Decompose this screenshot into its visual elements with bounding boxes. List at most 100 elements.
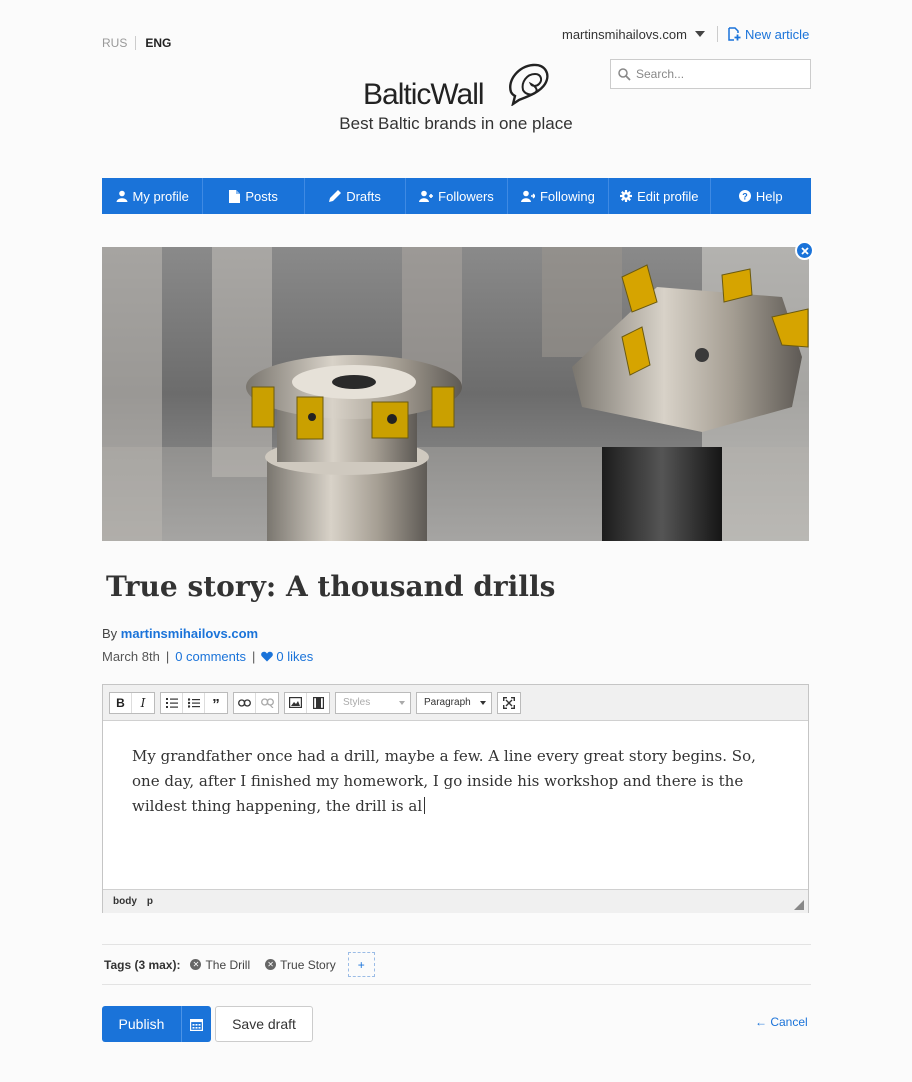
fullscreen-group bbox=[497, 691, 521, 714]
search-placeholder: Search... bbox=[636, 67, 685, 81]
site-tagline: Best Baltic brands in one place bbox=[339, 114, 573, 133]
remove-tag-icon[interactable]: ✕ bbox=[265, 959, 277, 970]
pencil-icon bbox=[329, 190, 342, 202]
comments-link[interactable]: 0 comments bbox=[175, 649, 246, 664]
nav-my-profile[interactable]: My profile bbox=[102, 178, 204, 214]
nav-posts[interactable]: Posts bbox=[203, 178, 305, 214]
film-icon bbox=[312, 696, 324, 709]
link-icon bbox=[238, 698, 251, 707]
meta-divider: | bbox=[165, 649, 170, 664]
likes-link[interactable]: 0 likes bbox=[276, 649, 313, 664]
bullet-list-icon bbox=[187, 697, 200, 708]
format-group: B I bbox=[109, 691, 155, 714]
nav-help[interactable]: ? Help bbox=[711, 178, 811, 214]
user-icon bbox=[116, 190, 128, 202]
styles-dropdown[interactable]: Styles bbox=[335, 691, 411, 714]
fullscreen-icon bbox=[503, 696, 515, 709]
svg-text:?: ? bbox=[742, 192, 748, 202]
nav-edit-profile-label: Edit profile bbox=[637, 188, 699, 204]
tags-row: Tags (3 max): ✕ The Drill ✕ True Story + bbox=[102, 944, 811, 985]
heart-icon bbox=[261, 651, 274, 662]
add-tag-button[interactable]: + bbox=[347, 952, 375, 977]
nav-edit-profile[interactable]: Edit profile bbox=[609, 178, 711, 214]
profile-nav: My profile Posts Drafts Followers Follow… bbox=[102, 178, 811, 214]
blockquote-button[interactable]: ” bbox=[205, 693, 227, 713]
block-format-label: Paragraph bbox=[424, 697, 471, 708]
save-draft-button[interactable]: Save draft bbox=[215, 1006, 313, 1042]
account-name: martinsmihailovs.com bbox=[562, 26, 687, 42]
text-cursor bbox=[424, 797, 426, 814]
block-format-dropdown[interactable]: Paragraph bbox=[416, 691, 492, 714]
media-group bbox=[284, 691, 330, 714]
link-group bbox=[233, 691, 279, 714]
language-switcher: RUS ENG bbox=[102, 36, 171, 50]
insert-link-button[interactable] bbox=[234, 692, 256, 713]
search-box[interactable]: Search... bbox=[610, 59, 811, 89]
bullet-list-button[interactable] bbox=[183, 692, 205, 713]
divider bbox=[716, 26, 718, 42]
nav-posts-label: Posts bbox=[245, 188, 278, 204]
unlink-icon bbox=[260, 697, 274, 708]
tag-item: ✕ The Drill bbox=[190, 958, 250, 972]
new-document-icon bbox=[728, 27, 741, 41]
caret-down-icon bbox=[399, 700, 405, 705]
resize-handle-icon[interactable] bbox=[794, 900, 804, 910]
cover-image bbox=[102, 247, 809, 541]
numbered-list-button[interactable] bbox=[161, 692, 183, 713]
bold-button[interactable]: B bbox=[110, 692, 132, 713]
styles-dropdown-label: Styles bbox=[343, 697, 371, 708]
byline-prefix: By bbox=[102, 626, 118, 641]
tag-item: ✕ True Story bbox=[265, 958, 336, 972]
account-menu[interactable]: martinsmihailovs.com bbox=[562, 25, 718, 43]
close-icon bbox=[800, 246, 809, 255]
author-link[interactable]: martinsmihailovs.com bbox=[121, 626, 258, 641]
rich-text-editor: B I ” Styles Paragraph My grandfather on… bbox=[102, 684, 809, 913]
help-icon: ? bbox=[738, 190, 751, 202]
followers-icon bbox=[419, 190, 434, 202]
article-title[interactable]: True story: A thousand drills bbox=[106, 570, 555, 603]
nav-followers[interactable]: Followers bbox=[406, 178, 508, 214]
language-eng-link[interactable]: ENG bbox=[136, 36, 171, 50]
caret-down-icon bbox=[480, 700, 486, 705]
language-rus-link[interactable]: RUS bbox=[102, 36, 137, 50]
unlink-button[interactable] bbox=[256, 693, 278, 713]
nav-following[interactable]: Following bbox=[508, 178, 610, 214]
cover-image-graphic bbox=[102, 247, 809, 541]
following-icon bbox=[520, 190, 535, 202]
new-article-link[interactable]: New article bbox=[727, 25, 809, 43]
site-logo[interactable]: BalticWall bbox=[362, 62, 562, 112]
editor-content[interactable]: My grandfather once had a drill, maybe a… bbox=[103, 721, 808, 889]
article-byline: By martinsmihailovs.com bbox=[102, 626, 258, 641]
cancel-link[interactable]: ← Cancel bbox=[755, 1015, 808, 1029]
tag-label: The Drill bbox=[205, 957, 251, 972]
italic-button[interactable]: I bbox=[132, 693, 154, 713]
new-article-label: New article bbox=[745, 26, 810, 42]
logo-wordmark: BalticWall bbox=[363, 78, 485, 111]
nav-followers-label: Followers bbox=[438, 188, 494, 204]
nav-drafts[interactable]: Drafts bbox=[305, 178, 407, 214]
tags-label: Tags (3 max): bbox=[104, 957, 181, 972]
editor-toolbar: B I ” Styles Paragraph bbox=[103, 685, 808, 721]
gear-icon bbox=[620, 190, 633, 202]
nav-my-profile-label: My profile bbox=[132, 188, 189, 204]
logo-mark-icon bbox=[509, 63, 549, 106]
remove-tag-icon[interactable]: ✕ bbox=[190, 959, 202, 970]
document-icon bbox=[229, 189, 241, 203]
element-path-body[interactable]: body bbox=[113, 896, 137, 907]
nav-following-label: Following bbox=[539, 188, 595, 204]
element-path-p[interactable]: p bbox=[147, 896, 153, 907]
meta-divider: | bbox=[252, 649, 256, 664]
caret-down-icon bbox=[694, 31, 705, 37]
bold-icon: B bbox=[116, 695, 125, 710]
nav-drafts-label: Drafts bbox=[346, 188, 381, 204]
insert-image-button[interactable] bbox=[285, 692, 307, 713]
schedule-button[interactable] bbox=[182, 1006, 211, 1042]
search-icon bbox=[618, 67, 631, 81]
fullscreen-button[interactable] bbox=[498, 693, 520, 713]
remove-cover-button[interactable] bbox=[795, 241, 814, 260]
publish-button[interactable]: Publish bbox=[102, 1006, 182, 1042]
insert-video-button[interactable] bbox=[307, 693, 329, 713]
calendar-icon bbox=[190, 1018, 203, 1031]
image-icon bbox=[289, 697, 302, 708]
italic-icon: I bbox=[140, 695, 146, 710]
